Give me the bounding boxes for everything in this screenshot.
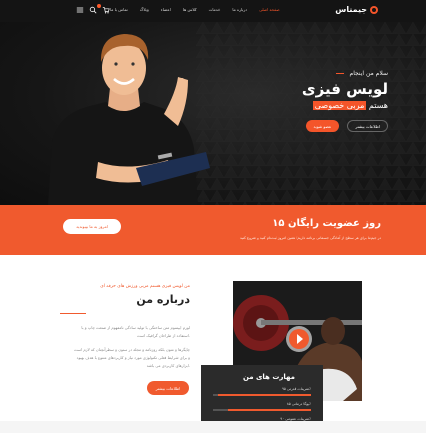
skill-track [213,394,311,396]
nav-item-about[interactable]: درباره ما [232,7,247,12]
skill-strength: تمرینات قدرتی ۹۵٪ [213,387,311,396]
skill-track [213,409,311,411]
skill-yoga: یوگا درمانی ۸۵٪ [213,402,311,411]
about-line-2: استفاده از طراحان گرافیک است. [137,333,190,338]
hero-greeting: سلام من اینجام [349,70,388,77]
skill-fill [227,409,311,411]
nav-item-classes[interactable]: کلاس ها [183,7,197,12]
more-info-button[interactable]: اطلاعات بیشتر [347,120,388,132]
about-line-1: لورم ایپسوم متن ساختگی با تولید سادگی نا… [81,325,190,330]
site-logo[interactable]: جیمناس [335,5,378,14]
skill-label: تمرینات قدرتی ۹۵٪ [281,387,311,391]
band-description: در جیم‌ما برای هر سطح از آمادگی جسمانی ب… [240,236,381,240]
skill-fill [217,394,311,396]
skill-label: یوگا درمانی ۸۵٪ [286,402,311,406]
menu-icon[interactable] [76,6,84,14]
hero-role-suffix: هستم [368,101,388,110]
about-more-button[interactable]: اطلاعات بیشتر [147,381,189,395]
about-heading: من لویس فیزی هستم مربی ورزش های حرفه ای … [50,284,190,306]
about-line-3: چاپگرها و متون بلکه روزنامه و مجله در ست… [74,347,190,352]
search-icon[interactable] [89,6,97,14]
hero-accent-line [335,73,344,74]
about-line-4: و برای شرایط فعلی تکنولوژی مورد نیاز و ک… [76,355,190,360]
nav-item-services[interactable]: خدمات [209,7,221,12]
nav-item-members[interactable]: اعضاء [161,7,171,12]
nav-item-contact[interactable]: تماس با ما [110,7,128,12]
cart-icon[interactable] [102,6,110,14]
about-divider [60,313,86,314]
skills-title: مهارت های من [242,373,295,381]
logo-icon [370,5,378,14]
hero-section: سلام من اینجام لویس فیزی هستم مربی خصوصی… [0,22,426,205]
header-actions [76,4,110,14]
play-video-button[interactable] [289,329,309,349]
about-line-5: ابزارهای کاربردی می باشد. [146,363,190,368]
nav-item-home[interactable]: صفحه اصلی [259,7,280,12]
logo-text: جیمناس [335,5,367,14]
about-paragraph: لورم ایپسوم متن ساختگی با تولید سادگی نا… [50,324,190,370]
about-title: درباره من [136,293,190,306]
join-button[interactable]: عضو شوید [305,120,340,132]
hero-intro: سلام من اینجام لویس فیزی هستم مربی خصوصی… [258,70,388,132]
trainer-image [48,34,210,205]
main-nav: صفحه اصلی درباره ما خدمات کلاس ها اعضاء … [110,7,280,12]
page-bottom-strip [0,421,426,433]
hero-name: لویس فیزی [301,80,388,98]
join-today-button[interactable]: امروز به ما بپیوندید [63,219,121,234]
hero-role-highlight: مربی خصوصی [312,101,367,110]
cart-badge [97,4,101,8]
site-header: صفحه اصلی درباره ما خدمات کلاس ها اعضاء … [0,0,426,22]
about-subtitle: من لویس فیزی هستم مربی ورزش های حرفه ای [100,284,190,289]
band-title: ۱۵ روز عضویت رایگان [272,218,381,229]
nav-item-blog[interactable]: وبلاگ [140,7,149,12]
